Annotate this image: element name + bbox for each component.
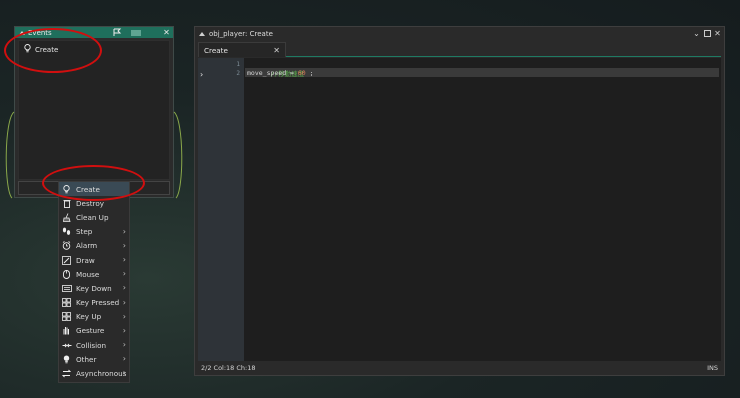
current-line-arrow-icon: › xyxy=(200,70,204,79)
chevron-down-icon[interactable]: ⌄ xyxy=(692,29,701,38)
menu-item-label: Draw xyxy=(76,255,95,265)
menu-lines-icon[interactable] xyxy=(130,28,142,37)
menu-item-label: Key Up xyxy=(76,312,102,322)
menu-item-key-down[interactable]: Key Down › xyxy=(59,281,129,295)
flag-icon[interactable] xyxy=(112,28,122,37)
alarm-clock-icon xyxy=(61,241,72,251)
menu-item-key-pressed[interactable]: Key Pressed › xyxy=(59,296,129,310)
annotation-circle xyxy=(42,165,145,201)
cursor-position: 2/2 Col:18 Ch:18 xyxy=(201,364,256,372)
close-icon[interactable]: ✕ xyxy=(162,28,171,37)
status-bar: 2/2 Col:18 Ch:18 INS xyxy=(198,362,721,374)
menu-item-mouse[interactable]: Mouse › xyxy=(59,267,129,281)
code-operator: = xyxy=(286,69,298,77)
menu-item-label: Asynchronous xyxy=(76,369,127,379)
code-number: 60 xyxy=(297,69,306,77)
chevron-right-icon: › xyxy=(122,325,126,335)
menu-item-step[interactable]: Step › xyxy=(59,225,129,239)
code-editor[interactable]: 1 2 › //移動速度 move_speed = 60 ; xyxy=(198,58,721,361)
menu-item-gesture[interactable]: Gesture › xyxy=(59,324,129,338)
node-link-curve-right xyxy=(173,111,183,199)
code-line-2: move_speed = 60 ; xyxy=(247,69,314,77)
line-number: 2 xyxy=(236,70,240,77)
menu-item-label: Collision xyxy=(76,340,107,350)
annotation-circle xyxy=(4,28,102,73)
keyboard-icon xyxy=(61,283,72,293)
menu-item-asynchronous[interactable]: Asynchronous › xyxy=(59,366,129,380)
close-icon[interactable]: ✕ xyxy=(713,29,722,38)
maximize-icon[interactable] xyxy=(703,29,712,38)
chevron-right-icon: › xyxy=(122,311,126,321)
keys-icon xyxy=(61,312,72,322)
chevron-right-icon: › xyxy=(122,269,126,279)
menu-item-clean-up[interactable]: Clean Up xyxy=(59,210,129,224)
node-link-curve-left xyxy=(5,111,15,199)
chevron-right-icon: › xyxy=(122,297,126,307)
menu-item-alarm[interactable]: Alarm › xyxy=(59,239,129,253)
tab-create[interactable]: Create ✕ xyxy=(198,42,286,57)
menu-item-label: Mouse xyxy=(76,269,100,279)
chevron-right-icon: › xyxy=(122,368,126,378)
chevron-right-icon: › xyxy=(122,226,126,236)
close-tab-icon[interactable]: ✕ xyxy=(273,46,280,55)
line-number-gutter: 1 2 › xyxy=(198,58,244,361)
menu-item-label: Alarm xyxy=(76,241,98,251)
insert-mode-indicator: INS xyxy=(707,364,718,372)
hand-icon xyxy=(61,326,72,336)
broom-icon xyxy=(61,212,72,222)
mouse-icon xyxy=(61,269,72,279)
add-event-menu: Create Destroy Clean Up Step › Alarm › D… xyxy=(58,181,130,383)
code-editor-window: obj_player: Create ⌄ ✕ Create ✕ 1 2 › //… xyxy=(194,26,725,376)
current-line-highlight xyxy=(245,68,719,77)
trash-icon xyxy=(61,198,72,208)
code-semicolon: ; xyxy=(305,69,314,77)
code-window-title: obj_player: Create xyxy=(209,29,273,38)
menu-item-label: Key Down xyxy=(76,283,112,293)
menu-item-key-up[interactable]: Key Up › xyxy=(59,310,129,324)
code-identifier: move_speed xyxy=(247,69,287,77)
menu-item-label: Step xyxy=(76,227,93,237)
lightbulb-icon xyxy=(61,354,72,364)
swap-arrows-icon xyxy=(61,369,72,379)
collapse-triangle-icon[interactable] xyxy=(199,31,205,36)
code-window-header: obj_player: Create xyxy=(195,27,724,40)
menu-item-other[interactable]: Other › xyxy=(59,352,129,366)
tab-label: Create xyxy=(204,45,228,55)
chevron-right-icon: › xyxy=(122,254,126,264)
menu-item-label: Clean Up xyxy=(76,212,109,222)
brush-icon xyxy=(61,255,72,265)
menu-item-draw[interactable]: Draw › xyxy=(59,253,129,267)
chevron-right-icon: › xyxy=(122,340,126,350)
tab-bar: Create ✕ xyxy=(198,42,721,57)
menu-item-label: Other xyxy=(76,354,97,364)
collision-icon xyxy=(61,340,72,350)
menu-item-collision[interactable]: Collision › xyxy=(59,338,129,352)
line-number: 1 xyxy=(236,61,240,68)
chevron-right-icon: › xyxy=(122,240,126,250)
chevron-right-icon: › xyxy=(122,283,126,293)
chevron-right-icon: › xyxy=(122,354,126,364)
keys-icon xyxy=(61,298,72,308)
menu-item-label: Key Pressed xyxy=(76,298,120,308)
menu-item-label: Gesture xyxy=(76,326,105,336)
footsteps-icon xyxy=(61,227,72,237)
